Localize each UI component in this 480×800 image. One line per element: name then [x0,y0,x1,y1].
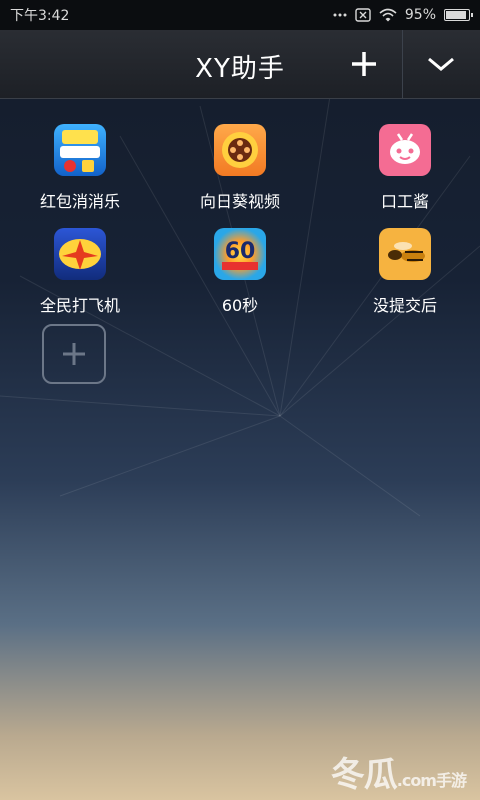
add-button[interactable] [326,30,402,98]
sim-x-icon [355,8,371,22]
chevron-down-icon [428,57,454,71]
plane-game-icon [54,228,106,280]
plus-icon [352,52,376,76]
app-header: XY助手 [0,30,480,99]
app-label: 口工酱 [380,192,429,211]
app-label: 60秒 [221,296,259,315]
battery-fill [446,11,466,19]
robot-face-icon [379,124,431,176]
wasp-icon [379,228,431,280]
app-item-wasp[interactable]: 没提交后 [325,228,480,316]
sunflower-video-icon [214,124,266,176]
app-item-quanmin[interactable]: 全民打飞机 [0,228,160,316]
app-item-kougongjiang[interactable]: 口工酱 [325,124,480,212]
status-icons: 95% [333,7,473,23]
status-bar: 下午3:42 95% [0,0,480,30]
plus-icon [63,343,85,365]
add-app-slot[interactable] [42,324,106,384]
sixty-seconds-icon: 60 [214,228,266,280]
app-item-sunflower[interactable]: 向日葵视频 [160,124,320,212]
watermark-domain: .com [396,771,437,790]
battery-icon [444,9,473,21]
hongbao-xiaoxiaole-icon [54,124,106,176]
watermark-text: 冬瓜 [330,755,398,795]
battery-percent: 95% [404,7,436,23]
wifi-icon [379,8,397,22]
menu-dropdown-button[interactable] [403,30,479,98]
app-label: 向日葵视频 [199,192,280,211]
app-label: 没提交后 [372,296,437,315]
app-item-hongbao[interactable]: 红包消消乐 [0,124,160,212]
watermark-logo: 冬瓜.com手游 [330,747,467,796]
more-dots-icon [333,13,347,17]
app-label: 全民打飞机 [39,296,120,315]
watermark-suffix: 手游 [435,771,467,790]
app-label: 红包消消乐 [39,192,120,211]
svg-text:60: 60 [225,239,256,264]
status-time: 下午3:42 [10,8,70,24]
app-item-60seconds[interactable]: 60 60秒 [160,228,320,316]
